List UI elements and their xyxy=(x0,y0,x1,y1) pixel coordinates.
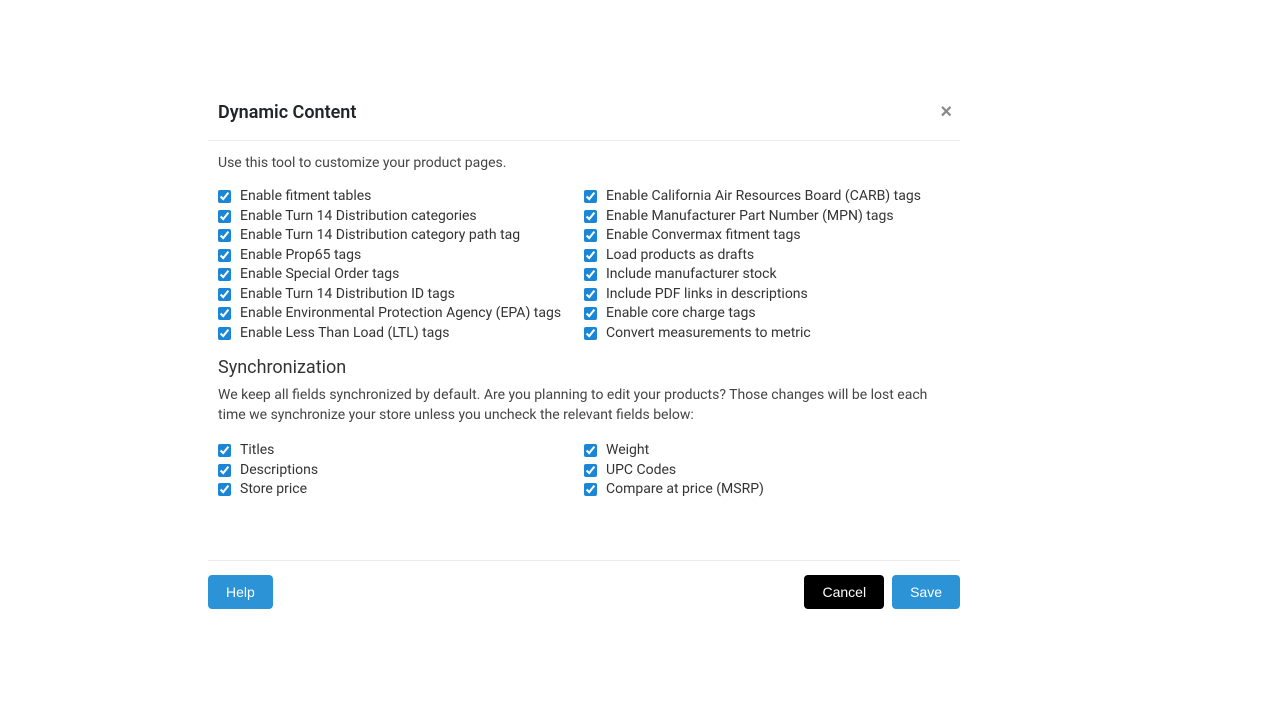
sync-label: UPC Codes xyxy=(606,461,676,481)
option-label: Enable Special Order tags xyxy=(240,265,399,285)
option-label: Enable Convermax fitment tags xyxy=(606,226,801,246)
option-label: Enable Prop65 tags xyxy=(240,246,361,266)
sync-row: UPC Codes xyxy=(584,461,950,481)
sync-row: Descriptions xyxy=(218,461,584,481)
modal-footer: Help Cancel Save xyxy=(208,560,960,609)
option-row: Enable Turn 14 Distribution categories xyxy=(218,207,584,227)
save-button[interactable]: Save xyxy=(892,575,960,609)
option-label: Enable California Air Resources Board (C… xyxy=(606,187,921,207)
cancel-button[interactable]: Cancel xyxy=(804,575,884,609)
option-row: Enable Turn 14 Distribution ID tags xyxy=(218,285,584,305)
sync-description: We keep all fields synchronized by defau… xyxy=(218,386,950,425)
sync-label: Titles xyxy=(240,441,274,461)
option-row: Enable core charge tags xyxy=(584,304,950,324)
options-col-left: Enable fitment tables Enable Turn 14 Dis… xyxy=(218,187,584,343)
sync-label: Weight xyxy=(606,441,649,461)
option-checkbox-t14-category-path-tag[interactable] xyxy=(218,229,231,242)
option-row: Enable California Air Resources Board (C… xyxy=(584,187,950,207)
option-row: Enable Turn 14 Distribution category pat… xyxy=(218,226,584,246)
sync-row: Titles xyxy=(218,441,584,461)
sync-row: Store price xyxy=(218,480,584,500)
options-columns: Enable fitment tables Enable Turn 14 Dis… xyxy=(218,187,950,343)
option-row: Load products as drafts xyxy=(584,246,950,266)
option-row: Enable Manufacturer Part Number (MPN) ta… xyxy=(584,207,950,227)
option-checkbox-load-drafts[interactable] xyxy=(584,249,597,262)
option-checkbox-t14-categories[interactable] xyxy=(218,210,231,223)
option-checkbox-ltl-tags[interactable] xyxy=(218,327,231,340)
sync-columns: Titles Descriptions Store price Weight xyxy=(218,441,950,500)
option-checkbox-metric[interactable] xyxy=(584,327,597,340)
close-icon[interactable]: × xyxy=(932,98,960,126)
option-checkbox-pdf-links[interactable] xyxy=(584,288,597,301)
option-row: Enable Convermax fitment tags xyxy=(584,226,950,246)
option-row: Enable Special Order tags xyxy=(218,265,584,285)
option-label: Enable Less Than Load (LTL) tags xyxy=(240,324,449,344)
option-checkbox-mpn-tags[interactable] xyxy=(584,210,597,223)
option-label: Include manufacturer stock xyxy=(606,265,777,285)
sync-checkbox-titles[interactable] xyxy=(218,444,231,457)
sync-row: Weight xyxy=(584,441,950,461)
option-checkbox-special-order[interactable] xyxy=(218,268,231,281)
option-checkbox-fitment-tables[interactable] xyxy=(218,190,231,203)
sync-col-left: Titles Descriptions Store price xyxy=(218,441,584,500)
option-label: Enable Manufacturer Part Number (MPN) ta… xyxy=(606,207,894,227)
modal-title: Dynamic Content xyxy=(218,102,356,123)
sync-title: Synchronization xyxy=(218,357,950,378)
option-checkbox-manufacturer-stock[interactable] xyxy=(584,268,597,281)
intro-text: Use this tool to customize your product … xyxy=(218,155,950,171)
option-row: Include PDF links in descriptions xyxy=(584,285,950,305)
option-row: Enable Environmental Protection Agency (… xyxy=(218,304,584,324)
help-button[interactable]: Help xyxy=(208,575,273,609)
option-row: Convert measurements to metric xyxy=(584,324,950,344)
dynamic-content-modal: Dynamic Content × Use this tool to custo… xyxy=(208,88,960,609)
option-label: Enable Turn 14 Distribution category pat… xyxy=(240,226,520,246)
option-label: Enable core charge tags xyxy=(606,304,756,324)
option-label: Enable fitment tables xyxy=(240,187,371,207)
sync-checkbox-weight[interactable] xyxy=(584,444,597,457)
footer-right-group: Cancel Save xyxy=(804,575,960,609)
option-checkbox-core-charge[interactable] xyxy=(584,307,597,320)
option-label: Convert measurements to metric xyxy=(606,324,811,344)
sync-checkbox-descriptions[interactable] xyxy=(218,464,231,477)
sync-label: Compare at price (MSRP) xyxy=(606,480,764,500)
option-checkbox-carb-tags[interactable] xyxy=(584,190,597,203)
option-row: Enable Prop65 tags xyxy=(218,246,584,266)
option-label: Include PDF links in descriptions xyxy=(606,285,808,305)
option-label: Load products as drafts xyxy=(606,246,754,266)
sync-label: Store price xyxy=(240,480,307,500)
sync-checkbox-compare-price[interactable] xyxy=(584,483,597,496)
sync-checkbox-upc[interactable] xyxy=(584,464,597,477)
options-col-right: Enable California Air Resources Board (C… xyxy=(584,187,950,343)
option-checkbox-prop65[interactable] xyxy=(218,249,231,262)
option-row: Enable fitment tables xyxy=(218,187,584,207)
option-label: Enable Turn 14 Distribution categories xyxy=(240,207,477,227)
option-row: Enable Less Than Load (LTL) tags xyxy=(218,324,584,344)
modal-header: Dynamic Content × xyxy=(208,88,960,141)
sync-col-right: Weight UPC Codes Compare at price (MSRP) xyxy=(584,441,950,500)
sync-checkbox-store-price[interactable] xyxy=(218,483,231,496)
sync-label: Descriptions xyxy=(240,461,318,481)
modal-body: Use this tool to customize your product … xyxy=(208,141,960,520)
option-checkbox-epa-tags[interactable] xyxy=(218,307,231,320)
option-checkbox-t14-id-tags[interactable] xyxy=(218,288,231,301)
option-label: Enable Turn 14 Distribution ID tags xyxy=(240,285,455,305)
option-label: Enable Environmental Protection Agency (… xyxy=(240,304,561,324)
sync-row: Compare at price (MSRP) xyxy=(584,480,950,500)
option-row: Include manufacturer stock xyxy=(584,265,950,285)
option-checkbox-convermax[interactable] xyxy=(584,229,597,242)
